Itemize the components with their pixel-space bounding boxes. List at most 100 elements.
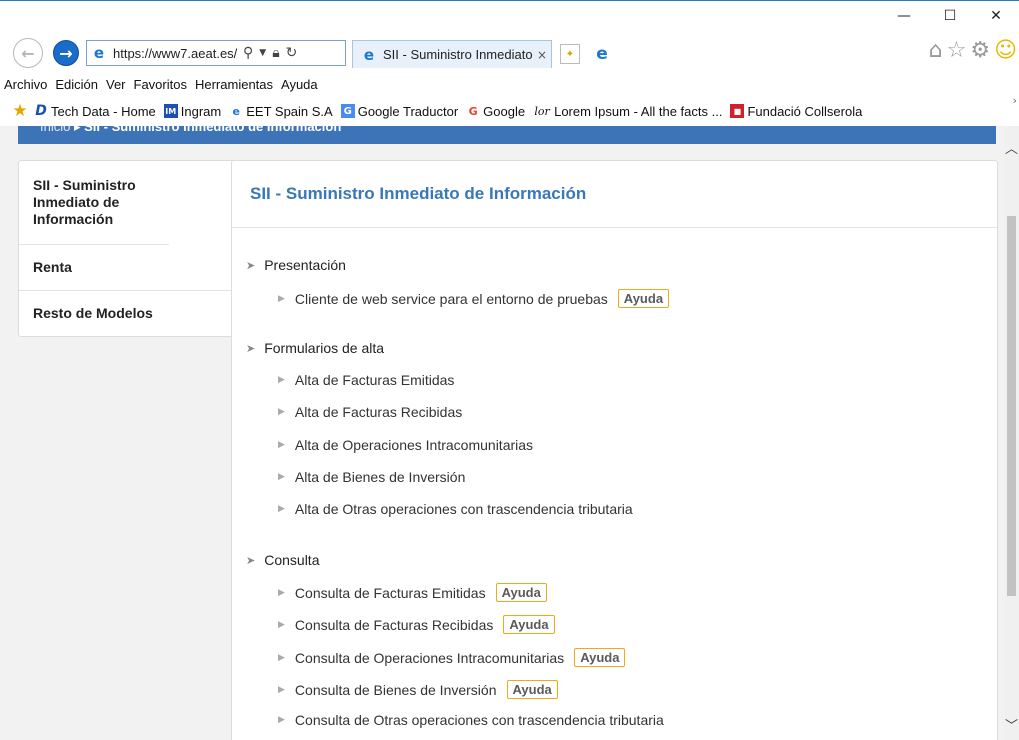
- link-consulta-otras-operaciones[interactable]: ▶ Consulta de Otras operaciones con tras…: [278, 712, 664, 728]
- link-consulta-facturas-emitidas[interactable]: ▶ Consulta de Facturas Emitidas Ayuda: [278, 583, 547, 602]
- scroll-thumb[interactable]: [1007, 216, 1016, 596]
- ayuda-button[interactable]: Ayuda: [617, 289, 670, 308]
- link-alta-operaciones-intracomunitarias[interactable]: ▶ Alta de Operaciones Intracomunitarias: [278, 437, 533, 453]
- sidebar-item-renta[interactable]: Renta: [19, 245, 240, 291]
- menu-bar: Archivo Edición Ver Favoritos Herramient…: [0, 72, 1019, 96]
- gear-icon[interactable]: ⚙: [970, 38, 990, 63]
- bullet-arrow-icon: ▶: [278, 375, 285, 385]
- bullet-arrow-icon: ▶: [278, 472, 285, 482]
- section-title-label: Consulta: [264, 552, 320, 568]
- window-controls: — ☐ ✕: [881, 1, 1019, 31]
- browser-toolbar-icons: ⌂ ☆ ⚙ ☺: [929, 38, 1017, 63]
- maximize-button[interactable]: ☐: [927, 1, 973, 31]
- link-label[interactable]: Consulta de Operaciones Intracomunitaria…: [295, 650, 564, 666]
- feedback-smiley-icon[interactable]: ☺: [994, 38, 1017, 63]
- vertical-scrollbar[interactable]: ︿ ﹀: [1004, 126, 1019, 740]
- link-alta-facturas-emitidas[interactable]: ▶ Alta de Facturas Emitidas: [278, 372, 454, 388]
- dropdown-icon[interactable]: ▼: [259, 48, 266, 58]
- link-consulta-bienes-de-inversion[interactable]: ▶ Consulta de Bienes de Inversión Ayuda: [278, 680, 558, 699]
- link-alta-facturas-recibidas[interactable]: ▶ Alta de Facturas Recibidas: [278, 404, 462, 420]
- add-favorites-star-icon[interactable]: ★: [10, 101, 30, 121]
- fav-item-google[interactable]: G Google: [466, 104, 525, 119]
- link-label[interactable]: Consulta de Bienes de Inversión: [295, 682, 497, 698]
- link-label[interactable]: Consulta de Facturas Recibidas: [295, 617, 493, 633]
- search-icon[interactable]: ⚲: [243, 45, 253, 61]
- bullet-arrow-icon: ▶: [278, 440, 285, 450]
- lorem-ipsum-icon: lor: [534, 104, 550, 118]
- ayuda-button[interactable]: Ayuda: [506, 680, 558, 699]
- tab-close-icon[interactable]: ×: [537, 48, 547, 62]
- menu-archivo[interactable]: Archivo: [4, 77, 47, 92]
- link-consulta-operaciones-intracomunitarias[interactable]: ▶ Consulta de Operaciones Intracomunitar…: [278, 648, 626, 667]
- bullet-arrow-icon: ▶: [278, 652, 285, 663]
- link-label[interactable]: Cliente de web service para el entorno d…: [295, 291, 608, 307]
- chevron-right-icon: ➤: [246, 553, 256, 567]
- sidebar-item-sii[interactable]: SII - Suministro Inmediato de Informació…: [19, 161, 169, 245]
- section-title: ➤ Consulta: [246, 552, 319, 568]
- link-alta-otras-operaciones[interactable]: ▶ Alta de Otras operaciones con trascend…: [278, 501, 633, 517]
- sidebar-item-resto-de-modelos[interactable]: Resto de Modelos: [19, 291, 240, 336]
- link-label[interactable]: Consulta de Facturas Emitidas: [295, 585, 486, 601]
- panel-header: SII - Suministro Inmediato de Informació…: [232, 161, 997, 228]
- page-title: SII - Suministro Inmediato de Informació…: [250, 184, 587, 203]
- fav-item-tech-data[interactable]: D Tech Data - Home: [34, 103, 156, 119]
- breadcrumb-home[interactable]: Inicio: [40, 126, 70, 134]
- ayuda-button[interactable]: Ayuda: [495, 583, 547, 602]
- link-label[interactable]: Alta de Facturas Recibidas: [295, 404, 462, 420]
- bullet-arrow-icon: ▶: [278, 587, 285, 598]
- translate-icon: G: [340, 104, 355, 118]
- link-label[interactable]: Consulta de Otras operaciones con trasce…: [295, 712, 664, 728]
- link-label[interactable]: Alta de Otras operaciones con trascenden…: [295, 501, 633, 517]
- fav-item-lorem-ipsum[interactable]: lor Lorem Ipsum - All the facts ...: [533, 104, 722, 119]
- ayuda-button[interactable]: Ayuda: [574, 648, 626, 667]
- main-panel: SII - Suministro Inmediato de Informació…: [231, 160, 998, 740]
- fav-item-fundacio-collserola[interactable]: ■ Fundació Collserola: [730, 104, 862, 119]
- tab-sii[interactable]: e SII - Suministro Inmediato ... ×: [352, 40, 552, 68]
- fav-item-eet-spain[interactable]: e EET Spain S.A: [229, 104, 333, 119]
- menu-favoritos[interactable]: Favoritos: [134, 77, 187, 92]
- breadcrumb-current: SII - Suministro Inmediato de Informació…: [84, 126, 342, 134]
- refresh-icon[interactable]: ↻: [286, 45, 298, 61]
- ayuda-button[interactable]: Ayuda: [503, 615, 555, 634]
- back-button[interactable]: ←: [13, 38, 43, 68]
- new-tab-button[interactable]: ✦: [560, 44, 580, 64]
- new-tab-icon: ✦: [565, 48, 575, 60]
- menu-ayuda[interactable]: Ayuda: [281, 77, 318, 92]
- title-bar: — ☐ ✕: [0, 0, 1019, 36]
- ie-favicon-icon: e: [232, 104, 240, 118]
- section-title: ➤ Presentación: [246, 257, 346, 273]
- url-text[interactable]: https://www7.aeat.es/l: [113, 46, 237, 61]
- link-label[interactable]: Alta de Operaciones Intracomunitarias: [295, 437, 533, 453]
- favorites-more-chevron-icon[interactable]: ›: [1013, 94, 1017, 107]
- fav-label: Lorem Ipsum - All the facts ...: [554, 103, 723, 119]
- scroll-down-chevron-icon[interactable]: ﹀: [1005, 715, 1018, 734]
- section-formularios-de-alta: ➤ Formularios de alta: [246, 340, 384, 356]
- edge-icon[interactable]: e: [590, 42, 614, 66]
- lock-icon[interactable]: 🔒︎: [272, 45, 279, 61]
- link-consulta-facturas-recibidas[interactable]: ▶ Consulta de Facturas Recibidas Ayuda: [278, 615, 555, 634]
- forward-button[interactable]: →: [53, 40, 79, 66]
- bullet-arrow-icon: ▶: [278, 293, 285, 304]
- chevron-right-icon: ➤: [246, 258, 256, 272]
- link-cliente-web-service[interactable]: ▶ Cliente de web service para el entorno…: [278, 289, 670, 308]
- link-alta-bienes-de-inversion[interactable]: ▶ Alta de Bienes de Inversión: [278, 469, 465, 485]
- link-label[interactable]: Alta de Facturas Emitidas: [295, 372, 455, 388]
- minimize-button[interactable]: —: [881, 1, 927, 31]
- menu-ver[interactable]: Ver: [106, 77, 126, 92]
- fav-item-google-traductor[interactable]: G Google Traductor: [340, 104, 458, 119]
- fav-item-ingram[interactable]: IM Ingram: [163, 104, 221, 119]
- breadcrumb-separator-icon: ▸: [73, 126, 81, 134]
- home-icon[interactable]: ⌂: [929, 38, 943, 63]
- scroll-up-chevron-icon[interactable]: ︿: [1005, 138, 1018, 157]
- collserola-icon: ■: [730, 104, 745, 118]
- address-bar[interactable]: e https://www7.aeat.es/l ⚲ ▼ 🔒︎ ↻: [86, 40, 346, 66]
- close-window-button[interactable]: ✕: [973, 1, 1019, 31]
- bullet-arrow-icon: ▶: [278, 619, 285, 630]
- bullet-arrow-icon: ▶: [278, 684, 285, 695]
- menu-edicion[interactable]: Edición: [55, 77, 98, 92]
- link-label[interactable]: Alta de Bienes de Inversión: [295, 469, 465, 485]
- ie-tab-icon: e: [363, 45, 375, 64]
- favorites-star-icon[interactable]: ☆: [947, 38, 967, 63]
- chevron-right-icon: ➤: [246, 341, 256, 355]
- menu-herramientas[interactable]: Herramientas: [195, 77, 273, 92]
